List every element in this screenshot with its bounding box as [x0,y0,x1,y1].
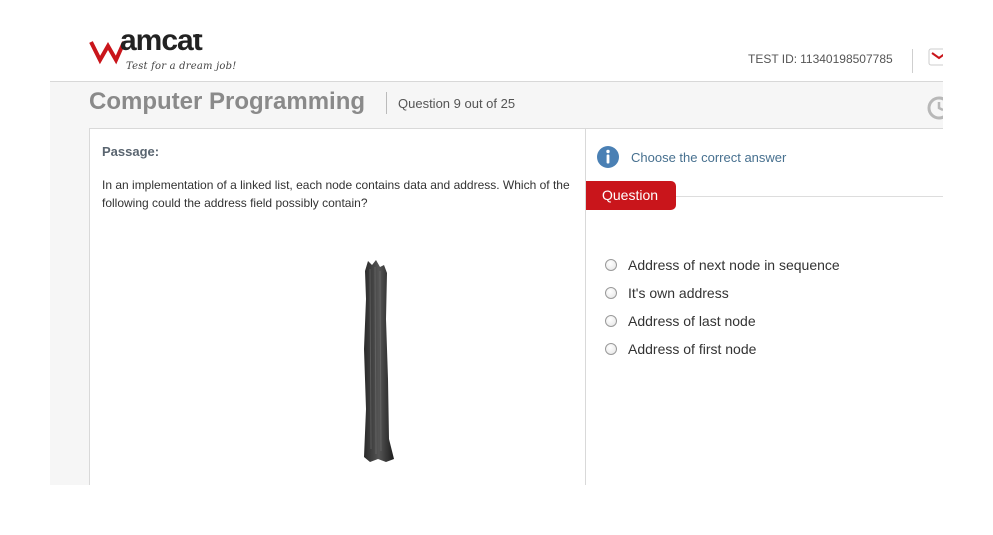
clock-icon [927,96,943,120]
answer-option[interactable]: Address of first node [605,335,840,363]
amcat-logo: amcat Test for a dream job! [88,34,258,78]
option-label: Address of last node [628,313,756,329]
header-bar: amcat Test for a dream job! TEST ID: 1134… [50,0,943,82]
test-id-label: TEST ID: [748,52,798,66]
question-tab: Question [586,181,676,210]
option-label: It's own address [628,285,729,301]
radio-button[interactable] [605,287,617,299]
logo-tagline: Test for a dream job! [126,61,237,72]
page-title: Computer Programming [89,88,366,115]
passage-heading: Passage: [102,144,160,159]
answer-option[interactable]: Address of next node in sequence [605,251,840,279]
test-id-value: 11340198507785 [800,52,893,66]
answer-panel: Choose the correct answer Question Addre… [585,128,943,485]
option-label: Address of first node [628,341,757,357]
header-divider [912,49,913,73]
question-counter: Question 9 out of 25 [398,96,516,111]
option-label: Address of next node in sequence [628,257,840,273]
passage-panel: Passage: In an implementation of a linke… [89,128,587,485]
test-window: amcat Test for a dream job! TEST ID: 1134… [50,0,943,485]
logo-wordmark: amcat [120,34,203,57]
passage-image [360,259,400,464]
passage-text: In an implementation of a linked list, e… [102,178,570,210]
info-icon [596,145,620,169]
answer-options: Address of next node in sequence It's ow… [605,251,840,363]
radio-button[interactable] [605,343,617,355]
test-id: TEST ID: 11340198507785 [748,52,893,66]
answer-option[interactable]: It's own address [605,279,840,307]
mail-icon[interactable] [928,48,943,66]
radio-button[interactable] [605,259,617,271]
instruction-text: Choose the correct answer [631,150,787,165]
answer-option[interactable]: Address of last node [605,307,840,335]
title-divider [386,92,387,114]
radio-button[interactable] [605,315,617,327]
